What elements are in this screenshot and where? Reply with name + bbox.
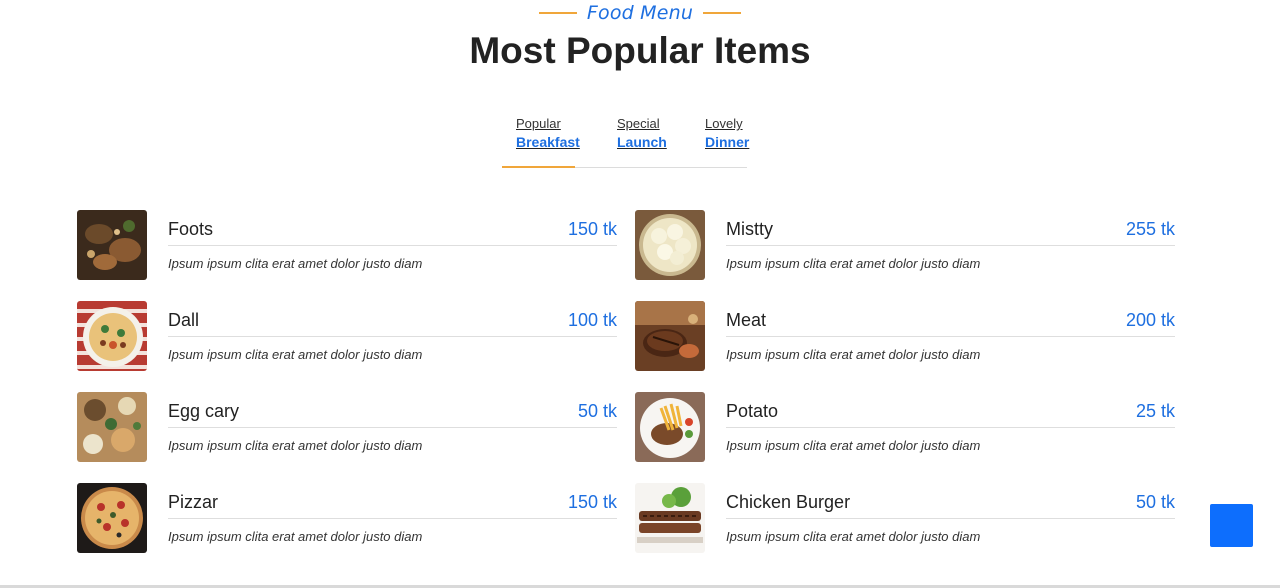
tab-launch[interactable]: Special Launch bbox=[617, 116, 667, 152]
menu-item[interactable]: Pizzar 150 tk Ipsum ipsum clita erat ame… bbox=[77, 483, 617, 553]
item-description: Ipsum ipsum clita erat amet dolor justo … bbox=[168, 529, 423, 544]
item-name: Pizzar bbox=[168, 492, 219, 512]
item-price: 200 tk bbox=[1125, 310, 1175, 330]
menu-item[interactable]: Dall 100 tk Ipsum ipsum clita erat amet … bbox=[77, 301, 617, 371]
item-price: 150 tk bbox=[567, 492, 617, 512]
kicker-text: Food Menu bbox=[586, 2, 694, 24]
menu-item[interactable]: Meat 200 tk Ipsum ipsum clita erat amet … bbox=[635, 301, 1175, 371]
item-name: Dall bbox=[168, 310, 200, 330]
kicker-line-right bbox=[703, 12, 742, 14]
tab-breakfast[interactable]: Popular Breakfast bbox=[516, 116, 580, 152]
tab-breakfast-label: Breakfast bbox=[516, 134, 580, 151]
item-description: Ipsum ipsum clita erat amet dolor justo … bbox=[726, 529, 981, 544]
food-image bbox=[77, 301, 147, 371]
item-name: Foots bbox=[168, 219, 214, 239]
section-kicker: Food Menu bbox=[0, 2, 1280, 24]
menu-item[interactable]: Foots 150 tk Ipsum ipsum clita erat amet… bbox=[77, 210, 617, 280]
item-name: Mistty bbox=[726, 219, 773, 239]
food-image bbox=[77, 392, 147, 462]
menu-tabs: Popular Breakfast Special Launch Lovely … bbox=[502, 116, 749, 168]
food-image bbox=[635, 210, 705, 280]
item-description: Ipsum ipsum clita erat amet dolor justo … bbox=[168, 347, 423, 362]
item-price: 150 tk bbox=[567, 219, 617, 239]
item-divider bbox=[168, 336, 617, 337]
food-image bbox=[635, 392, 705, 462]
item-divider bbox=[168, 245, 617, 246]
menu-item[interactable]: Potato 25 tk Ipsum ipsum clita erat amet… bbox=[635, 392, 1175, 462]
item-description: Ipsum ipsum clita erat amet dolor justo … bbox=[726, 256, 981, 271]
item-divider bbox=[168, 518, 617, 519]
back-to-top-button[interactable] bbox=[1210, 504, 1253, 547]
food-image bbox=[635, 483, 705, 553]
tab-dinner-subtitle: Lovely bbox=[705, 116, 743, 131]
item-divider bbox=[726, 336, 1175, 337]
food-image bbox=[77, 210, 147, 280]
item-divider bbox=[726, 245, 1175, 246]
item-price: 100 tk bbox=[567, 310, 617, 330]
item-name: Egg cary bbox=[168, 401, 240, 421]
item-name: Meat bbox=[726, 310, 767, 330]
item-divider bbox=[168, 427, 617, 428]
menu-item[interactable]: Egg cary 50 tk Ipsum ipsum clita erat am… bbox=[77, 392, 617, 462]
item-description: Ipsum ipsum clita erat amet dolor justo … bbox=[726, 438, 981, 453]
tab-launch-subtitle: Special bbox=[617, 116, 660, 131]
tab-dinner[interactable]: Lovely Dinner bbox=[705, 116, 749, 152]
menu-item[interactable]: Mistty 255 tk Ipsum ipsum clita erat ame… bbox=[635, 210, 1175, 280]
kicker-line-left bbox=[538, 12, 577, 14]
tab-launch-label: Launch bbox=[617, 134, 667, 151]
food-image bbox=[635, 301, 705, 371]
item-name: Potato bbox=[726, 401, 779, 421]
item-description: Ipsum ipsum clita erat amet dolor justo … bbox=[168, 256, 423, 271]
food-image bbox=[77, 483, 147, 553]
item-price: 50 tk bbox=[1135, 492, 1175, 512]
tab-dinner-label: Dinner bbox=[705, 134, 750, 151]
item-price: 255 tk bbox=[1125, 219, 1175, 239]
menu-item[interactable]: Chicken Burger 50 tk Ipsum ipsum clita e… bbox=[635, 483, 1175, 553]
item-price: 25 tk bbox=[1135, 401, 1175, 421]
item-name: Chicken Burger bbox=[726, 492, 851, 512]
tab-breakfast-subtitle: Popular bbox=[516, 116, 561, 131]
active-tab-indicator bbox=[502, 166, 575, 168]
item-divider bbox=[726, 427, 1175, 428]
item-divider bbox=[726, 518, 1175, 519]
item-description: Ipsum ipsum clita erat amet dolor justo … bbox=[726, 347, 981, 362]
item-description: Ipsum ipsum clita erat amet dolor justo … bbox=[168, 438, 423, 453]
page-title: Most Popular Items bbox=[469, 30, 811, 71]
item-price: 50 tk bbox=[577, 401, 617, 421]
